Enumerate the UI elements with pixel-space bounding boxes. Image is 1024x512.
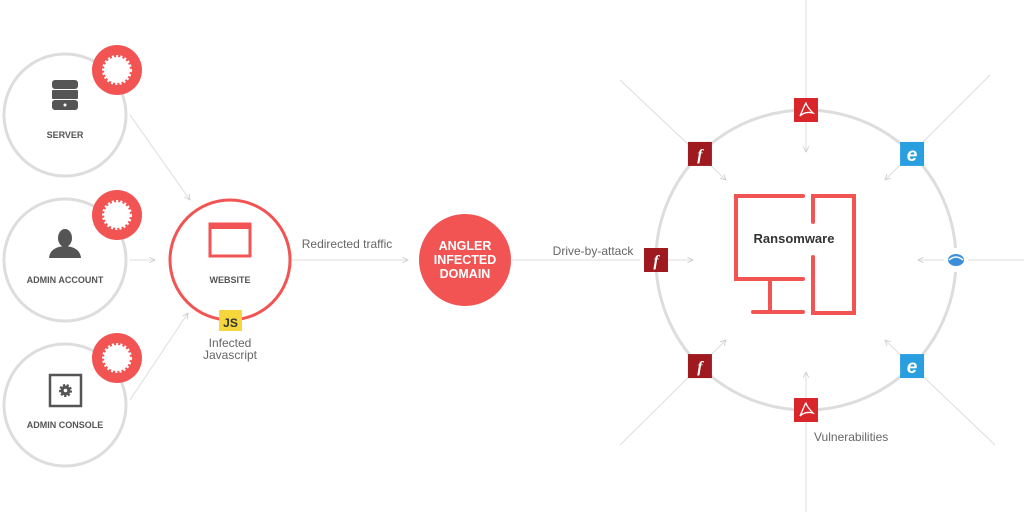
server-icon [52,80,78,110]
angler-label: DOMAIN [440,267,491,281]
infection-burst-icon [92,333,142,383]
source-label: ADMIN CONSOLE [27,420,104,430]
angler-label: ANGLER [439,239,492,253]
browser-plugin-icon [944,248,968,272]
website-node: WEBSITE JS Infected Javascript [168,198,292,362]
js-badge-text: JS [223,316,238,330]
svg-text:e: e [907,145,918,166]
infection-burst-icon [92,190,142,240]
angler-domain-node: ANGLER INFECTED DOMAIN [419,214,511,306]
vulnerabilities-label: Vulnerabilities [814,430,888,444]
flash-icon: f [644,248,668,272]
edge-label-drive-by: Drive-by-attack [553,244,635,258]
angler-label: INFECTED [434,253,497,267]
ransomware-icon [734,194,856,315]
website-label: WEBSITE [209,275,250,285]
source-label: SERVER [47,130,84,140]
pdf-icon [794,98,818,122]
ransomware-label: Ransomware [754,231,835,246]
source-admin-account: ADMIN ACCOUNT [2,190,142,323]
source-label: ADMIN ACCOUNT [27,275,104,285]
diagram: SERVER ADMIN ACCOUNT ADMIN CONSOLE WEBSI… [2,0,1024,512]
pdf-icon [794,398,818,422]
website-caption: Javascript [203,348,258,362]
flash-icon: f [687,354,712,379]
source-admin-console: ADMIN CONSOLE [2,333,142,468]
ie-icon: e [900,354,925,379]
svg-text:e: e [907,357,918,378]
flash-icon: f [687,141,712,166]
ie-icon: e [900,141,925,166]
infection-burst-icon [92,45,142,95]
source-server: SERVER [2,45,142,178]
edge-label-redirect: Redirected traffic [302,237,393,251]
